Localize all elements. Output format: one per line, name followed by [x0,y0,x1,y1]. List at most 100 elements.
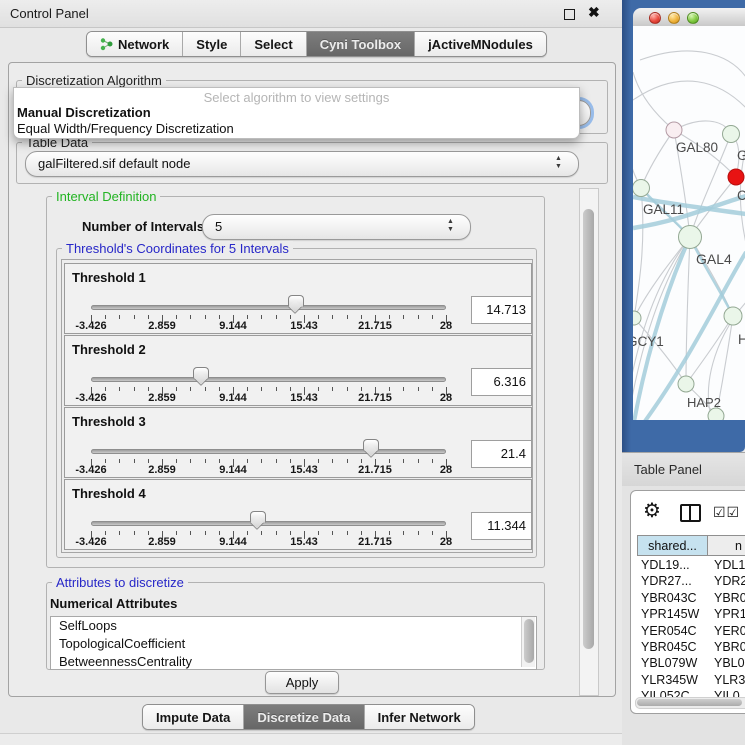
slider-tick [290,531,291,535]
slider-tick [318,387,319,391]
slider-tick [347,531,348,535]
slider-thumb[interactable] [193,367,209,379]
network-edge[interactable] [633,72,674,130]
attributes-group-label: Attributes to discretize [52,575,188,590]
threshold-label: Threshold 4 [72,486,146,501]
attribute-item-betweennesscentrality[interactable]: BetweennessCentrality [51,653,536,670]
slider-tick [105,459,106,463]
table-panel-titlebar: Table Panel [622,452,745,488]
network-node[interactable] [666,122,682,138]
screenshot-stage: Control Panel ✖ NetworkStyleSelectCyni T… [0,0,745,745]
tab-jactivemnodules[interactable]: jActiveMNodules [415,32,546,56]
slider-thumb[interactable] [363,439,379,451]
tab-infer-network[interactable]: Infer Network [365,705,474,729]
scrollbar-thumb[interactable] [524,619,534,663]
network-edge-highlighted[interactable] [690,237,733,316]
popup-item-equal-width-frequency-discretization[interactable]: Equal Width/Frequency Discretization [17,121,234,136]
slider-tick [432,459,433,463]
slider-tick [361,531,362,535]
network-node[interactable] [633,180,650,197]
slider-tick [105,387,106,391]
slider-track[interactable] [91,449,446,454]
panel-scrollbar[interactable] [579,188,599,696]
table-row[interactable]: YIL052CYIL0 [631,689,745,697]
slider-track[interactable] [91,521,446,526]
table-row[interactable]: YDR27...YDR2 [631,574,745,590]
scrollbar-thumb[interactable] [583,209,594,649]
network-edge[interactable] [634,188,643,318]
network-node[interactable] [678,376,694,392]
slider-tick [190,387,191,391]
network-node[interactable] [679,226,702,249]
split-columns-icon[interactable] [680,504,701,522]
slider-thumb[interactable] [250,511,266,523]
table-data-combobox[interactable]: galFiltered.sif default node [25,151,579,177]
network-node[interactable] [723,126,740,143]
minimize-traffic-light-icon[interactable] [668,12,680,24]
cell-name: YBR0 [711,591,745,605]
slider-thumb[interactable] [288,295,304,307]
table-row[interactable]: YPR145WYPR1 [631,607,745,623]
threshold-value-field[interactable]: 6.316 [471,368,532,396]
attribute-item-selfloops[interactable]: SelfLoops [51,617,536,635]
table-row[interactable]: YBL079WYBL0 [631,656,745,672]
network-node[interactable] [633,311,641,325]
cell-name: YLR3 [711,673,745,687]
node-label-gal4: GAL4 [696,251,732,267]
scrollbar-thumb[interactable] [637,699,742,706]
numerical-attributes-list[interactable]: SelfLoopsTopologicalCoefficientBetweenne… [50,616,537,670]
gear-icon[interactable]: ⚙ [643,500,661,522]
tab-discretize-data[interactable]: Discretize Data [244,705,364,729]
tab-network[interactable]: Network [87,32,183,56]
close-traffic-light-icon[interactable] [649,12,661,24]
cell-name: YBR0 [711,640,745,654]
table-row[interactable]: YBR045CYBR0 [631,640,745,656]
slider-tick [261,459,262,463]
table-row[interactable]: YDL19...YDL1 [631,558,745,574]
slider-track[interactable] [91,305,446,310]
table-row[interactable]: YLR345WYLR3 [631,673,745,689]
slider-tick [318,315,319,319]
slider-tick [134,315,135,319]
threshold-value-field[interactable]: 14.713 [471,296,532,324]
popup-item-manual-discretization[interactable]: Manual Discretization [17,105,151,120]
table-row[interactable]: YBR043CYBR0 [631,591,745,607]
checkbox-icons[interactable]: ☑☑ [713,504,740,521]
table-horizontal-scrollbar[interactable] [635,697,745,709]
tab-impute-data[interactable]: Impute Data [143,705,244,729]
table-rows: YDL19...YDL1YDR27...YDR2YBR043CYBR0YPR14… [631,558,745,697]
slider-tick-label: -3.426 [66,536,116,548]
combo-arrows-icon: ▲▼ [447,218,454,234]
network-node[interactable] [724,307,742,325]
zoom-traffic-light-icon[interactable] [687,12,699,24]
threshold-label: Threshold 3 [72,414,146,429]
network-edge[interactable] [686,237,690,384]
threshold-value-field[interactable]: 21.4 [471,440,532,468]
close-icon[interactable]: ✖ [588,4,600,21]
attribute-item-topologicalcoefficient[interactable]: TopologicalCoefficient [51,635,536,653]
attributes-list-scrollbar[interactable] [521,617,535,667]
network-edge[interactable] [641,130,674,188]
network-node[interactable] [728,169,744,185]
slider-track[interactable] [91,377,446,382]
network-edge[interactable] [640,51,745,80]
slider-tick [418,531,419,535]
slider-tick [247,387,248,391]
slider-tick [148,531,149,535]
threshold-label: Threshold 1 [72,270,146,285]
slider-tick [318,531,319,535]
table-row[interactable]: YER054CYER0 [631,624,745,640]
number-of-intervals-combobox[interactable]: 5 [202,214,471,240]
tab-select[interactable]: Select [241,32,306,56]
apply-button[interactable]: Apply [265,671,339,694]
column-header-name[interactable]: n [708,535,745,556]
float-window-icon[interactable] [564,9,575,20]
slider-tick [403,387,404,391]
network-edge[interactable] [633,128,641,188]
column-header-shared[interactable]: shared... [637,535,708,556]
threshold-value-field[interactable]: 11.344 [471,512,532,540]
tab-cyni-toolbox[interactable]: Cyni Toolbox [307,32,415,56]
tab-style[interactable]: Style [183,32,241,56]
slider-tick [205,531,206,535]
network-canvas[interactable]: GAL80GACGAL11GAL4GCY1HHAP2 [633,26,745,420]
